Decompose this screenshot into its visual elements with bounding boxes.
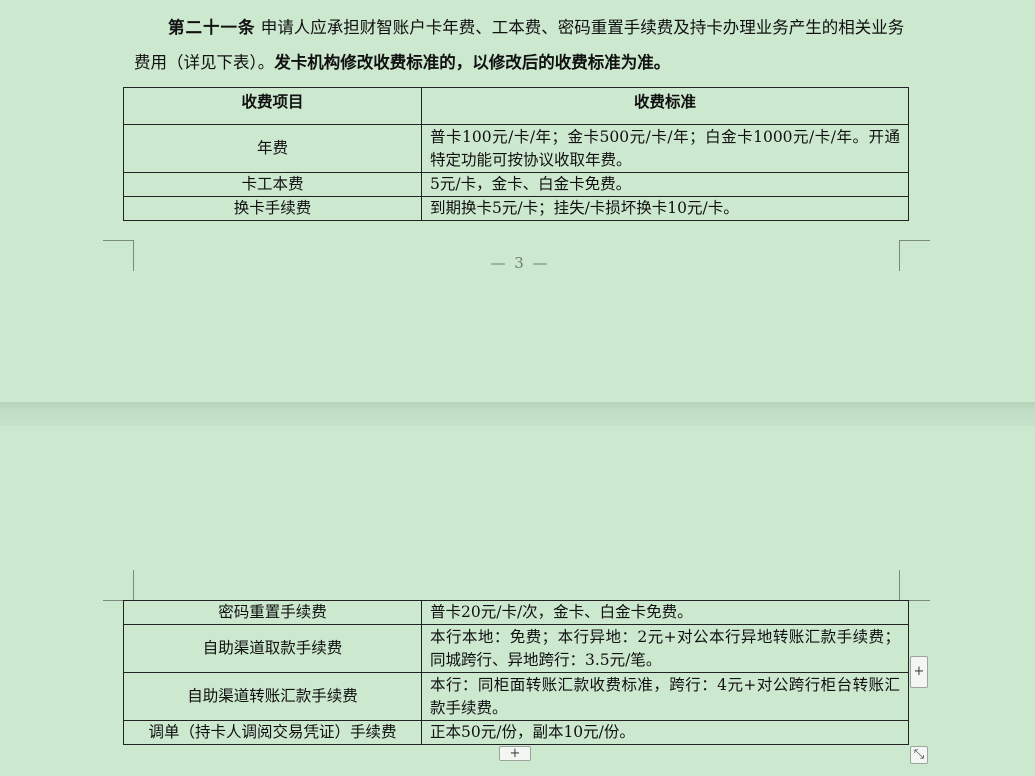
- fee-standard: 到期换卡5元/卡；挂失/卡损坏换卡10元/卡。: [421, 196, 909, 221]
- document-page-2: 密码重置手续费 普卡20元/卡/次，金卡、白金卡免费。 自助渠道取款手续费 本行…: [0, 426, 1035, 776]
- header-fee-item: 收费项目: [123, 87, 422, 125]
- table-row: 年费 普卡100元/卡/年；金卡500元/卡/年；白金卡1000元/卡/年。开通…: [123, 124, 909, 173]
- fee-standard: 正本50元/份，副本10元/份。: [421, 720, 909, 745]
- article-paragraph: 第二十一条 申请人应承担财智账户卡年费、工本费、密码重置手续费及持卡办理业务产生…: [134, 10, 910, 80]
- fee-item: 年费: [123, 124, 422, 173]
- article-bold-text: 发卡机构修改收费标准的，以修改后的收费标准为准。: [274, 53, 671, 72]
- table-row: 自助渠道取款手续费 本行本地：免费；本行异地：2元+对公本行异地转账汇款手续费；…: [123, 624, 909, 673]
- table-row: 自助渠道转账汇款手续费 本行：同柜面转账汇款收费标准，跨行：4元+对公跨行柜台转…: [123, 672, 909, 721]
- crop-mark-bottom-right: [899, 240, 930, 271]
- crop-mark-top-right: [899, 570, 930, 601]
- page-gap: [0, 402, 1035, 426]
- fee-standard: 普卡100元/卡/年；金卡500元/卡/年；白金卡1000元/卡/年。开通特定功…: [421, 124, 909, 173]
- table-resize-handle[interactable]: ⤡: [910, 746, 928, 764]
- fee-standard: 普卡20元/卡/次，金卡、白金卡免费。: [421, 600, 909, 625]
- article-number: 第二十一条: [168, 18, 256, 37]
- fee-item: 自助渠道转账汇款手续费: [123, 672, 422, 721]
- fee-item: 卡工本费: [123, 172, 422, 197]
- fee-standard: 5元/卡，金卡、白金卡免费。: [421, 172, 909, 197]
- add-column-button[interactable]: +: [910, 656, 928, 688]
- table-row: 调单（持卡人调阅交易凭证）手续费 正本50元/份，副本10元/份。: [123, 720, 909, 745]
- fee-item: 换卡手续费: [123, 196, 422, 221]
- fee-table-part-2: 密码重置手续费 普卡20元/卡/次，金卡、白金卡免费。 自助渠道取款手续费 本行…: [123, 600, 909, 745]
- fee-table-part-1: 收费项目 收费标准 年费 普卡100元/卡/年；金卡500元/卡/年；白金卡10…: [123, 87, 909, 221]
- table-row: 密码重置手续费 普卡20元/卡/次，金卡、白金卡免费。: [123, 600, 909, 625]
- table-row: 卡工本费 5元/卡，金卡、白金卡免费。: [123, 172, 909, 197]
- page-number: — 3 —: [490, 254, 550, 272]
- fee-standard: 本行：同柜面转账汇款收费标准，跨行：4元+对公跨行柜台转账汇款手续费。: [421, 672, 909, 721]
- fee-item: 自助渠道取款手续费: [123, 624, 422, 673]
- table-header-row: 收费项目 收费标准: [123, 87, 909, 125]
- table-row: 换卡手续费 到期换卡5元/卡；挂失/卡损坏换卡10元/卡。: [123, 196, 909, 221]
- document-page-1: 第二十一条 申请人应承担财智账户卡年费、工本费、密码重置手续费及持卡办理业务产生…: [0, 0, 1035, 402]
- crop-mark-top-left: [103, 570, 134, 601]
- fee-item: 调单（持卡人调阅交易凭证）手续费: [123, 720, 422, 745]
- fee-item: 密码重置手续费: [123, 600, 422, 625]
- crop-mark-bottom-left: [103, 240, 134, 271]
- add-row-button[interactable]: +: [499, 746, 531, 761]
- header-fee-standard: 收费标准: [421, 87, 909, 125]
- fee-standard: 本行本地：免费；本行异地：2元+对公本行异地转账汇款手续费；同城跨行、异地跨行：…: [421, 624, 909, 673]
